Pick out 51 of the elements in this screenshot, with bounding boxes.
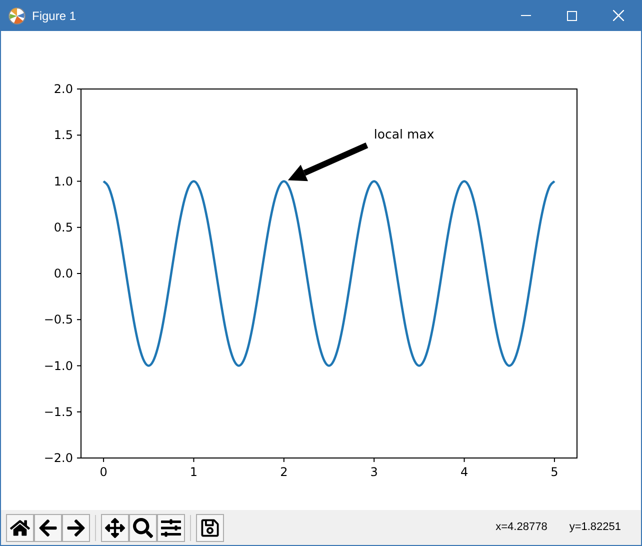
tick-label: 1.0 [54, 174, 73, 188]
tick-mark [283, 458, 284, 462]
tick-label: 0 [100, 465, 108, 479]
app-logo-icon [8, 6, 26, 24]
move-button[interactable] [101, 514, 129, 542]
tick-mark [193, 458, 194, 462]
maximize-icon [567, 10, 577, 20]
tick-mark [76, 411, 82, 412]
tick-mark [76, 365, 82, 366]
annotation: local max [288, 126, 434, 182]
tick-label: −0.5 [44, 312, 73, 327]
tick-label: 3 [370, 465, 378, 479]
floppy-disk-button[interactable] [196, 514, 224, 542]
tick-mark [76, 134, 82, 136]
arrow-left-button[interactable] [34, 514, 62, 542]
search-icon [133, 518, 153, 538]
window-title: Figure 1 [32, 8, 76, 24]
search-button[interactable] [129, 514, 157, 542]
tick-mark [76, 319, 82, 320]
tick-mark [464, 458, 465, 462]
tick-label: 0.5 [54, 220, 73, 234]
tick-label: −1.5 [44, 404, 73, 419]
annotation: local max [374, 126, 434, 142]
arrow-left-icon [38, 518, 58, 538]
home-button[interactable] [6, 514, 34, 542]
tick-label: 1 [190, 465, 198, 479]
tick-label: 1.5 [54, 128, 73, 142]
cursor-coordinate: x=4.28778 [496, 520, 548, 536]
close-icon [612, 10, 624, 21]
tick-label: 0.0 [54, 266, 73, 280]
tick-label: 2 [280, 465, 288, 479]
tick-label: −2.0 [44, 451, 73, 465]
tick-mark [103, 458, 104, 462]
sliders-button[interactable] [157, 514, 185, 542]
tick-mark [76, 226, 82, 228]
tick-mark [76, 88, 82, 90]
tick-mark [374, 458, 375, 462]
arrow-right-button[interactable] [62, 514, 90, 542]
tick-mark [76, 273, 82, 274]
move-icon [105, 518, 125, 538]
tick-label: 2.0 [54, 82, 73, 96]
sliders-icon [161, 518, 181, 538]
tick-mark [554, 458, 555, 462]
home-icon [10, 518, 30, 538]
tick-label: 4 [460, 465, 468, 479]
arrow-right-icon [66, 518, 86, 538]
tick-label: −1.0 [44, 358, 73, 373]
tick-mark [76, 180, 82, 182]
minimize-icon [521, 15, 531, 16]
tick-label: 5 [550, 465, 558, 479]
cursor-coordinate: y=1.82251 [569, 520, 621, 536]
